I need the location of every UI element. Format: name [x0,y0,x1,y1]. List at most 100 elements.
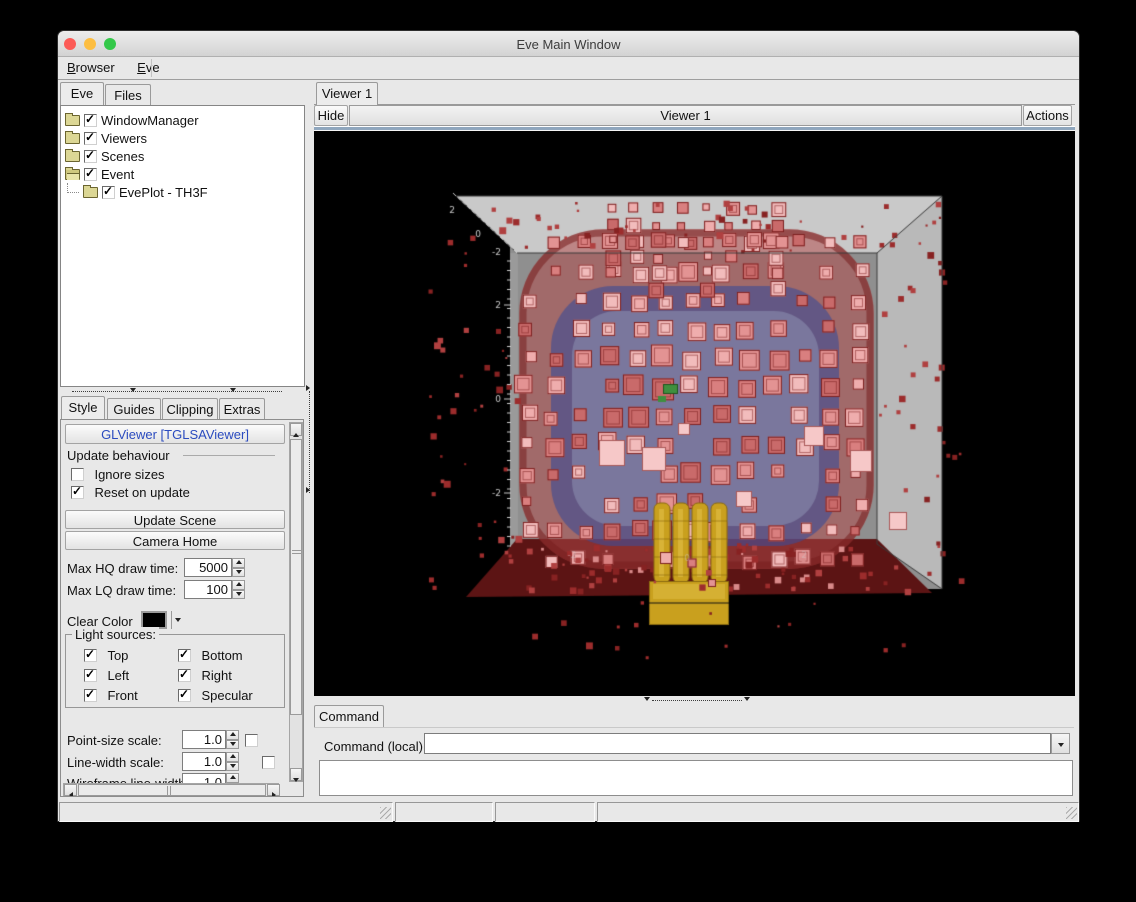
camera-home-button[interactable]: Camera Home [65,531,285,550]
gl-3d-scene-canvas[interactable] [314,131,1075,696]
tree-item-label: Event [101,167,134,182]
menu-browser[interactable]: Browser [58,57,124,79]
light-specular-checkbox[interactable]: ✓ [178,689,191,702]
light-bottom-checkbox[interactable]: ✓ [178,649,191,662]
screen-background: Eve Main Window Browser Eve Eve Files ✓ … [0,0,1136,902]
point-size-up-button[interactable] [226,730,239,740]
light-right-row: ✓ Right [178,667,232,685]
point-size-input[interactable]: 1.0 [182,730,226,749]
eve-tree-panel: ✓ WindowManager ✓ Viewers ✓ Scenes ✓ Eve… [60,105,305,387]
tree-item-windowmanager[interactable]: ✓ WindowManager [65,111,304,129]
scroll-left-icon[interactable] [64,784,77,796]
light-bottom-label: Bottom [201,648,242,663]
max-lq-up-button[interactable] [232,580,245,590]
menu-separator [151,59,152,77]
point-size-down-button[interactable] [226,740,239,749]
light-left-label: Left [107,668,129,683]
tree-style-splitter[interactable] [72,391,282,392]
clear-color-divider [171,611,172,629]
light-left-row: ✓ Left [84,667,129,685]
tab-guides[interactable]: Guides [107,398,161,419]
max-lq-down-button[interactable] [232,590,245,599]
reset-on-update-row: ✓ Reset on update [71,484,190,502]
tab-files[interactable]: Files [105,84,151,105]
update-behaviour-label: Update behaviour [67,448,170,463]
folder-icon [65,133,80,144]
point-size-checkbox[interactable] [245,734,258,747]
scroll-up-icon[interactable] [290,423,302,436]
section-rule [183,455,275,456]
tab-style[interactable]: Style [61,396,105,419]
gl-viewport[interactable] [314,131,1075,696]
wireframe-up-button[interactable] [226,773,239,783]
tab-viewer-1[interactable]: Viewer 1 [316,82,378,105]
resize-grip-icon[interactable] [1066,807,1077,819]
command-dropdown-button[interactable] [1051,733,1070,754]
glviewer-button[interactable]: GLViewer [TGLSAViewer] [65,424,285,444]
light-right-label: Right [201,668,231,683]
line-width-input[interactable]: 1.0 [182,752,226,771]
tab-extras[interactable]: Extras [219,398,265,419]
menu-eve[interactable]: Eve [128,57,168,79]
tree-item-checkbox[interactable]: ✓ [84,150,97,163]
light-top-checkbox[interactable]: ✓ [84,649,97,662]
tree-item-viewers[interactable]: ✓ Viewers [65,129,304,147]
viewer-command-splitter[interactable] [652,700,742,701]
splitter-chevron-right-icon [306,487,310,493]
tree-item-eveplot[interactable]: ✓ EvePlot - TH3F [61,183,304,201]
open-folder-icon [65,169,80,180]
tree-item-event[interactable]: ✓ Event [65,165,304,183]
vscrollbar-thumb[interactable] [290,439,302,715]
status-grip-icon [380,807,391,819]
light-left-checkbox[interactable]: ✓ [84,669,97,682]
line-width-checkbox[interactable] [262,756,275,769]
line-width-label: Line-width scale: [67,755,164,770]
panel-viewer-splitter[interactable] [309,391,310,493]
max-hq-label: Max HQ draw time: [67,561,178,576]
tree-item-label: Scenes [101,149,144,164]
folder-icon [83,187,98,198]
ignore-sizes-checkbox[interactable] [71,468,84,481]
light-front-row: ✓ Front [84,687,138,705]
actions-button[interactable]: Actions [1023,105,1072,126]
ignore-sizes-row: Ignore sizes [71,466,165,484]
max-hq-down-button[interactable] [232,568,245,577]
tree-item-scenes[interactable]: ✓ Scenes [65,147,304,165]
tree-item-checkbox[interactable]: ✓ [84,168,97,181]
scroll-right-icon[interactable] [267,784,280,796]
tree-item-checkbox[interactable]: ✓ [102,186,115,199]
thumb-grip [167,786,171,796]
splitter-chevron-right-icon [306,385,310,391]
tree-branch-line [67,183,79,193]
tab-command[interactable]: Command [314,705,384,727]
tab-clipping[interactable]: Clipping [162,398,218,419]
max-hq-up-button[interactable] [232,558,245,568]
reset-on-update-checkbox[interactable]: ✓ [71,486,84,499]
tab-eve[interactable]: Eve [60,82,104,105]
clear-color-dropdown-icon[interactable] [175,618,181,622]
hscrollbar-thumb[interactable] [78,784,266,796]
command-output [319,760,1073,796]
style-vscrollbar[interactable] [289,422,303,782]
light-front-checkbox[interactable]: ✓ [84,689,97,702]
line-width-up-button[interactable] [226,752,239,762]
update-scene-button[interactable]: Update Scene [65,510,285,529]
light-specular-row: ✓ Specular [178,687,253,705]
style-hscrollbar[interactable] [63,783,279,797]
thumb-grip [292,550,302,554]
light-top-row: ✓ Top [84,647,128,665]
max-lq-input[interactable]: 100 [184,580,232,599]
hide-button[interactable]: Hide [314,105,348,126]
light-right-checkbox[interactable]: ✓ [178,669,191,682]
splitter-chevron-down-icon [644,697,650,701]
title-bar[interactable]: Eve Main Window [58,31,1079,57]
max-hq-input[interactable]: 5000 [184,558,232,577]
tree-item-checkbox[interactable]: ✓ [84,114,97,127]
tree-item-checkbox[interactable]: ✓ [84,132,97,145]
scroll-down-icon[interactable] [290,768,302,781]
line-width-down-button[interactable] [226,762,239,771]
tree-item-label: EvePlot - TH3F [119,185,208,200]
command-input[interactable] [424,733,1051,754]
viewer-header-title: Viewer 1 [349,105,1022,126]
light-bottom-row: ✓ Bottom [178,647,243,665]
